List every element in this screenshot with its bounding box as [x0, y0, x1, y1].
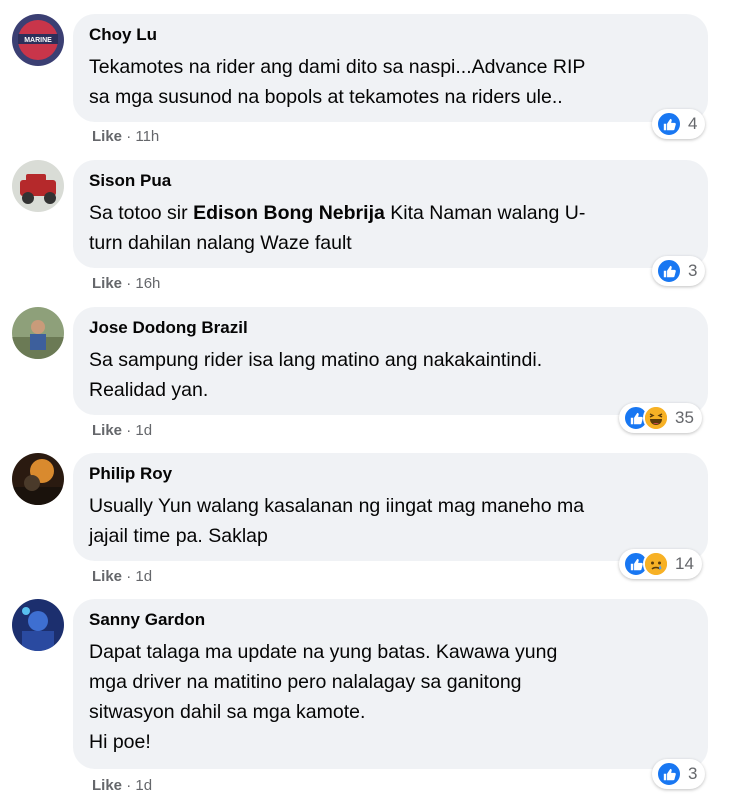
- reaction-count: 4: [688, 114, 698, 133]
- haha-reaction-icon: [643, 405, 669, 431]
- avatar[interactable]: MARINE: [12, 14, 64, 66]
- comment-text: Sa totoo sir Edison Bong Nebrija Kita Na…: [89, 198, 692, 258]
- comment-time[interactable]: 11h: [135, 128, 159, 145]
- mention-link[interactable]: Edison Bong Nebrija: [193, 202, 385, 224]
- reaction-count: 3: [688, 261, 698, 280]
- comment-author[interactable]: Sanny Gardon: [89, 609, 692, 631]
- comment-text: Usually Yun walang kasalanan ng iingat m…: [89, 495, 585, 547]
- comment-author[interactable]: Sison Pua: [89, 170, 692, 192]
- reaction-count: 14: [675, 554, 694, 573]
- comment-text: Dapat talaga ma update na yung batas. Ka…: [89, 641, 558, 753]
- reaction-count: 3: [688, 764, 698, 783]
- reaction-count: 35: [675, 408, 694, 427]
- like-link[interactable]: Like: [92, 275, 122, 292]
- like-reaction-icon: [656, 111, 682, 137]
- comment-bubble: Jose Dodong Brazil Sa sampung rider isa …: [73, 307, 708, 415]
- like-link[interactable]: Like: [92, 128, 122, 145]
- comment-actions: Like · 1d: [92, 421, 152, 441]
- reaction-summary[interactable]: 3: [652, 256, 706, 286]
- comment-actions: Like · 1d: [92, 776, 152, 796]
- comment-bubble: Philip Roy Usually Yun walang kasalanan …: [73, 453, 708, 561]
- sad-reaction-icon: [643, 551, 669, 577]
- avatar[interactable]: [12, 160, 64, 212]
- comment-text: Sa sampung rider isa lang matino ang nak…: [89, 349, 543, 401]
- comment-text: Tekamotes na rider ang dami dito sa nasp…: [89, 56, 586, 108]
- separator: ·: [126, 777, 132, 794]
- comment-bubble: Choy Lu Tekamotes na rider ang dami dito…: [73, 14, 708, 122]
- comment-bubble: Sanny Gardon Dapat talaga ma update na y…: [73, 599, 708, 769]
- like-link[interactable]: Like: [92, 568, 122, 585]
- reaction-summary[interactable]: 3: [652, 759, 706, 789]
- avatar[interactable]: [12, 453, 64, 505]
- separator: ·: [126, 128, 132, 145]
- separator: ·: [126, 275, 132, 292]
- comment-time[interactable]: 1d: [135, 568, 152, 585]
- comment-text-part: Sa totoo sir: [89, 202, 194, 224]
- comment-actions: Like · 1d: [92, 567, 152, 587]
- comment-author[interactable]: Choy Lu: [89, 24, 692, 46]
- comment-author[interactable]: Philip Roy: [89, 463, 692, 485]
- comment-actions: Like · 16h: [92, 274, 160, 294]
- reaction-summary[interactable]: 14: [619, 549, 702, 579]
- separator: ·: [126, 422, 132, 439]
- like-reaction-icon: [656, 761, 682, 787]
- like-link[interactable]: Like: [92, 422, 122, 439]
- comment-author[interactable]: Jose Dodong Brazil: [89, 317, 692, 339]
- avatar[interactable]: [12, 307, 64, 359]
- comment-time[interactable]: 16h: [135, 275, 160, 292]
- comment-time[interactable]: 1d: [135, 422, 152, 439]
- avatar[interactable]: [12, 599, 64, 651]
- comment-bubble: Sison Pua Sa totoo sir Edison Bong Nebri…: [73, 160, 708, 268]
- separator: ·: [126, 568, 132, 585]
- like-link[interactable]: Like: [92, 777, 122, 794]
- comment-actions: Like · 11h: [92, 127, 159, 147]
- like-reaction-icon: [656, 258, 682, 284]
- reaction-summary[interactable]: 4: [652, 109, 706, 139]
- reaction-summary[interactable]: 35: [619, 403, 702, 433]
- svg-text:MARINE: MARINE: [24, 37, 52, 44]
- comment-time[interactable]: 1d: [135, 777, 152, 794]
